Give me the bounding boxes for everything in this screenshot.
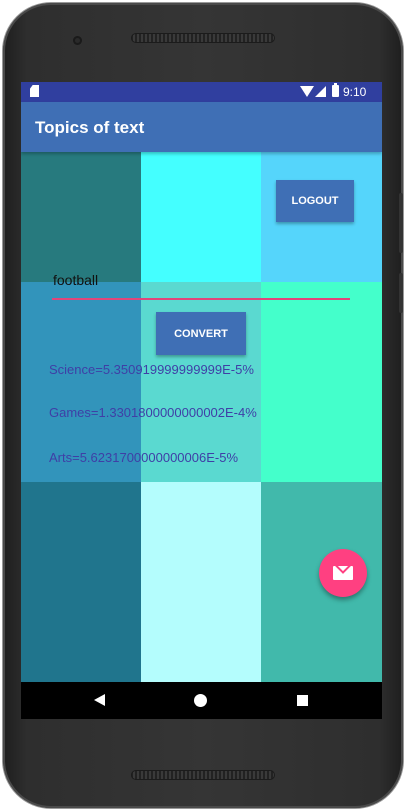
app-bar: Topics of text (21, 102, 382, 152)
background-tile (261, 282, 382, 482)
home-icon[interactable] (194, 694, 207, 707)
status-time: 9:10 (343, 85, 367, 99)
status-bar: 9:10 (21, 82, 382, 102)
convert-button[interactable]: CONVERT (156, 312, 246, 355)
volume-button (399, 193, 403, 253)
device-screen: 9:10 Topics of text LOGOUT football CONV… (21, 82, 382, 719)
background-tile (21, 482, 141, 682)
front-camera (73, 36, 82, 45)
background-tile (21, 152, 141, 282)
navigation-bar (21, 682, 382, 719)
background-tile (141, 152, 261, 282)
text-input-value: football (53, 272, 99, 288)
top-speaker (131, 33, 275, 43)
text-input[interactable]: football (52, 270, 350, 300)
sd-card-icon (30, 85, 39, 97)
logout-button[interactable]: LOGOUT (276, 180, 354, 222)
wifi-icon (300, 86, 314, 97)
result-games: Games=1.3301800000000002E-4% (49, 405, 257, 420)
mail-icon (333, 566, 353, 580)
back-icon[interactable] (94, 694, 105, 706)
email-fab-button[interactable] (319, 549, 367, 597)
recents-icon[interactable] (297, 695, 308, 706)
main-content: LOGOUT football CONVERT Science=5.350919… (21, 152, 382, 682)
app-title: Topics of text (35, 118, 145, 137)
background-tile (141, 482, 261, 682)
power-button (399, 273, 403, 313)
result-arts: Arts=5.6231700000000006E-5% (49, 450, 239, 465)
battery-icon (332, 83, 339, 97)
result-science: Science=5.350919999999999E-5% (49, 362, 254, 377)
signal-icon (315, 86, 326, 97)
bottom-speaker (131, 770, 275, 780)
